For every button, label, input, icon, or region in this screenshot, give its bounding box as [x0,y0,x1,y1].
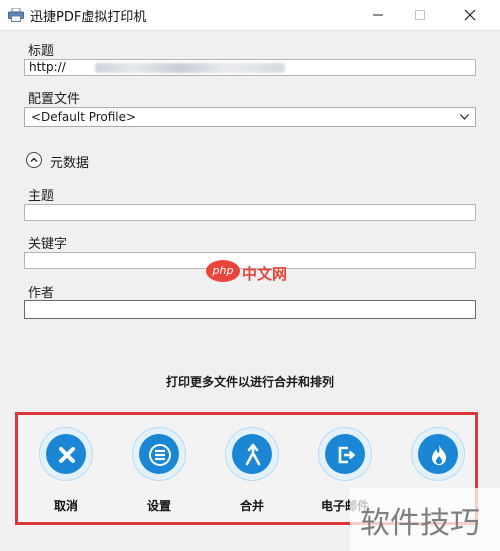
merge-icon [245,443,261,466]
redacted-url [95,63,285,73]
merge-button[interactable]: 合并 [207,427,299,517]
cancel-x-icon [59,447,75,463]
subject-input[interactable] [24,204,476,221]
tips-watermark: 软件技巧 [350,488,500,551]
cancel-label: 取消 [53,499,78,513]
title-input[interactable]: http:// [24,59,476,76]
printer-app-icon [8,8,24,22]
flame-icon-circle [411,427,465,481]
profile-select[interactable]: <Default Profile> [24,107,476,127]
merge-hint-text: 打印更多文件以进行合并和排列 [165,375,334,389]
flame-icon [432,445,446,465]
title-bar: 迅捷PDF虚拟打印机 [0,0,500,31]
chevron-up-icon [30,157,38,162]
subject-field-label: 主题 [28,189,55,204]
keywords-field-label: 关键字 [28,237,68,252]
email-icon-circle [318,427,372,481]
chevron-down-icon [460,114,469,120]
settings-icon-circle [132,427,186,481]
php-logo-badge: php [206,260,240,282]
email-export-icon [338,446,356,464]
profile-field-label: 配置文件 [28,92,81,107]
author-field-label: 作者 [28,286,55,301]
title-field-label: 标题 [28,44,55,59]
merge-icon-circle [225,427,279,481]
author-input[interactable] [24,300,476,319]
maximize-icon [415,10,425,20]
maximize-button[interactable] [398,0,444,30]
cancel-icon-circle [39,427,93,481]
minimize-icon [373,14,383,16]
settings-button[interactable]: 设置 [114,427,206,517]
metadata-collapse-button[interactable] [26,152,42,168]
merge-label: 合并 [239,499,264,513]
close-button[interactable] [448,0,494,30]
cancel-button[interactable]: 取消 [21,427,113,517]
settings-menu-icon [149,444,171,466]
settings-label: 设置 [146,499,171,513]
close-icon [464,9,476,21]
tips-watermark-text: 软件技巧 [360,506,480,541]
title-input-value: http:// [29,60,66,74]
profile-select-value: <Default Profile> [31,110,137,124]
window-title: 迅捷PDF虚拟打印机 [30,10,147,25]
metadata-section-title: 元数据 [50,156,90,171]
php-site-text: 中文网 [242,265,288,283]
minimize-button[interactable] [356,0,402,30]
